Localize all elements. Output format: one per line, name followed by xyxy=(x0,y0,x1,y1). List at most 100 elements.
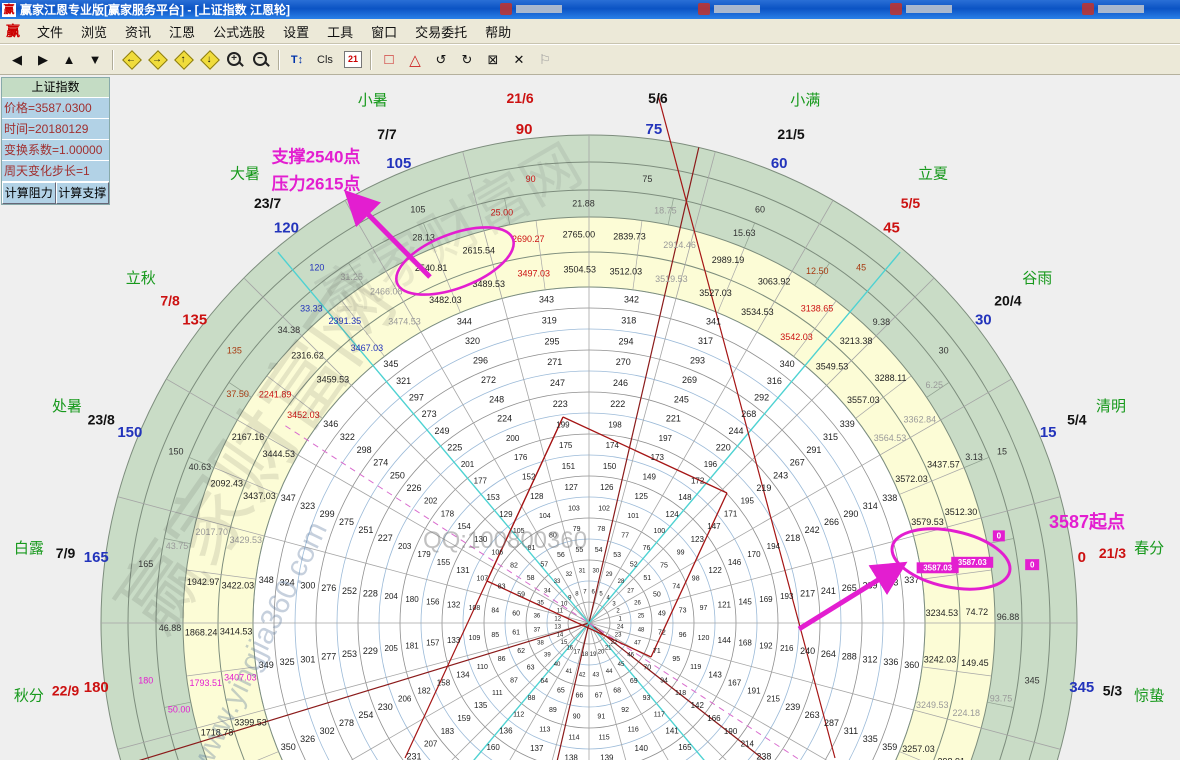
svg-text:120: 120 xyxy=(274,220,299,237)
svg-text:191: 191 xyxy=(747,686,761,695)
svg-text:108: 108 xyxy=(469,605,481,612)
svg-text:218: 218 xyxy=(785,533,800,543)
svg-text:3564.53: 3564.53 xyxy=(874,433,907,443)
svg-text:129: 129 xyxy=(499,510,513,519)
sort-icon[interactable]: T↕ xyxy=(285,48,309,72)
cls-button[interactable]: Cls xyxy=(311,48,339,72)
svg-text:340: 340 xyxy=(780,359,795,369)
svg-text:155: 155 xyxy=(437,558,451,567)
svg-text:38: 38 xyxy=(537,641,544,647)
nav-down-icon[interactable]: ▼ xyxy=(83,48,107,72)
svg-text:123: 123 xyxy=(691,535,705,544)
svg-text:秋分: 秋分 xyxy=(14,688,44,705)
svg-text:35: 35 xyxy=(537,600,544,606)
menu-item-江恩[interactable]: 江恩 xyxy=(160,20,204,43)
svg-text:30: 30 xyxy=(939,345,949,355)
svg-text:36: 36 xyxy=(534,614,541,620)
svg-text:159: 159 xyxy=(457,714,471,723)
menu-item-文件[interactable]: 文件 xyxy=(28,20,72,43)
svg-text:46: 46 xyxy=(627,653,634,659)
menu-item-设置[interactable]: 设置 xyxy=(274,20,318,43)
svg-text:72: 72 xyxy=(658,629,666,636)
svg-text:14: 14 xyxy=(557,633,564,639)
menu-item-资讯[interactable]: 资讯 xyxy=(116,20,160,43)
menu-item-工具[interactable]: 工具 xyxy=(318,20,362,43)
svg-text:31: 31 xyxy=(579,569,586,575)
svg-text:7/8: 7/8 xyxy=(160,292,180,308)
svg-text:立夏: 立夏 xyxy=(918,166,948,183)
box-x-icon[interactable]: ⊠ xyxy=(481,48,505,72)
shift-right-icon[interactable]: → xyxy=(145,48,169,72)
svg-text:82: 82 xyxy=(510,562,518,569)
svg-text:243: 243 xyxy=(773,470,788,480)
svg-text:242: 242 xyxy=(805,525,820,535)
svg-text:240: 240 xyxy=(800,646,815,656)
square-tool-icon[interactable]: □ xyxy=(377,48,401,72)
svg-text:137: 137 xyxy=(530,744,544,753)
svg-text:1793.51: 1793.51 xyxy=(190,678,223,688)
svg-text:12.50: 12.50 xyxy=(806,266,829,276)
svg-text:221: 221 xyxy=(666,414,681,424)
svg-text:207: 207 xyxy=(424,740,438,749)
svg-text:3257.03: 3257.03 xyxy=(902,744,935,754)
nav-right-icon[interactable]: ▶ xyxy=(31,48,55,72)
svg-text:297: 297 xyxy=(409,392,424,402)
crosshair-icon[interactable]: ✕ xyxy=(507,48,531,72)
shift-down-icon[interactable]: ↓ xyxy=(197,48,221,72)
menu-item-交易委托[interactable]: 交易委托 xyxy=(406,20,476,43)
zoom-in-icon[interactable]: + xyxy=(223,48,247,72)
svg-text:52: 52 xyxy=(630,562,638,569)
menu-item-窗口[interactable]: 窗口 xyxy=(362,20,406,43)
svg-text:60: 60 xyxy=(755,204,765,214)
svg-text:241: 241 xyxy=(821,586,836,596)
svg-text:3587起点: 3587起点 xyxy=(1049,511,1125,532)
svg-text:21.88: 21.88 xyxy=(572,198,595,208)
nav-left-icon[interactable]: ◀ xyxy=(5,48,29,72)
svg-text:3587.03: 3587.03 xyxy=(958,558,987,567)
time-row: 时间=20180129 xyxy=(2,119,109,140)
rotate-cw-icon[interactable]: ↻ xyxy=(455,48,479,72)
calendar-icon[interactable]: 21 xyxy=(341,48,365,72)
svg-text:113: 113 xyxy=(539,727,550,734)
svg-text:205: 205 xyxy=(385,644,399,653)
menu-item-浏览[interactable]: 浏览 xyxy=(72,20,116,43)
svg-text:121: 121 xyxy=(718,600,732,609)
svg-text:276: 276 xyxy=(321,583,336,593)
menu-item-帮助[interactable]: 帮助 xyxy=(476,20,520,43)
menu-item-公式选股[interactable]: 公式选股 xyxy=(204,20,274,43)
svg-text:处暑: 处暑 xyxy=(52,398,82,415)
svg-text:228: 228 xyxy=(363,589,378,599)
svg-text:47: 47 xyxy=(634,641,641,647)
triangle-tool-icon[interactable]: △ xyxy=(403,48,427,72)
svg-text:157: 157 xyxy=(426,639,440,648)
svg-text:227: 227 xyxy=(378,533,393,543)
svg-text:9.38: 9.38 xyxy=(873,317,891,327)
svg-text:136: 136 xyxy=(499,726,513,735)
svg-text:160: 160 xyxy=(486,743,500,752)
svg-text:29: 29 xyxy=(606,572,613,578)
svg-text:3512.30: 3512.30 xyxy=(945,507,978,517)
calc-support-button[interactable]: 计算支撑 xyxy=(56,182,110,204)
svg-text:3213.38: 3213.38 xyxy=(840,336,873,346)
svg-text:224.18: 224.18 xyxy=(953,708,981,718)
svg-text:338: 338 xyxy=(882,493,897,503)
svg-text:92: 92 xyxy=(621,707,629,714)
gann-wheel-canvas[interactable]: 021/3春分155/4清明3020/4谷雨455/5立夏6021/5小满755… xyxy=(0,0,1180,760)
svg-text:3587.03: 3587.03 xyxy=(923,563,952,572)
shift-left-icon[interactable]: ← xyxy=(119,48,143,72)
nav-up-icon[interactable]: ▲ xyxy=(57,48,81,72)
svg-text:99: 99 xyxy=(677,550,685,557)
svg-text:223: 223 xyxy=(553,399,568,409)
shift-up-icon[interactable]: ↑ xyxy=(171,48,195,72)
rotate-ccw-icon[interactable]: ↺ xyxy=(429,48,453,72)
svg-text:21/5: 21/5 xyxy=(777,126,804,142)
zoom-out-icon[interactable]: − xyxy=(249,48,273,72)
svg-text:3482.03: 3482.03 xyxy=(429,295,462,305)
svg-text:225: 225 xyxy=(447,442,462,452)
calc-resistance-button[interactable]: 计算阻力 xyxy=(2,182,56,204)
svg-text:254: 254 xyxy=(358,710,373,720)
svg-text:109: 109 xyxy=(469,635,481,642)
svg-text:19: 19 xyxy=(590,652,597,658)
svg-text:295: 295 xyxy=(544,336,559,346)
flag-tool-icon[interactable]: ⚐ xyxy=(533,48,557,72)
